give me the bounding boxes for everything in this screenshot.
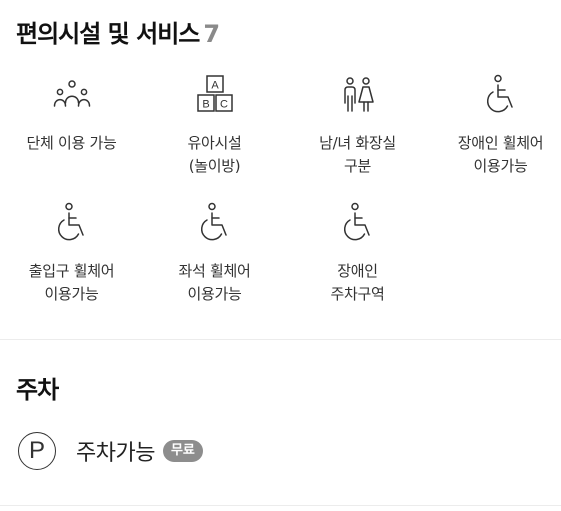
wheelchair-icon	[335, 200, 381, 246]
amenities-grid: 단체 이용 가능 A B C 유아시설 (놀이방) 남/녀 화장실 구분 장애인…	[0, 72, 561, 328]
free-badge: 무료	[162, 440, 203, 462]
parking-label: 주차가능	[76, 441, 155, 466]
amenities-count: 7	[203, 20, 220, 48]
abc-blocks-icon: A B C	[192, 72, 238, 118]
amenity-label: 유아시설 (놀이방)	[187, 134, 242, 175]
parking-icon: P	[18, 432, 56, 470]
amenities-title: 편의시설 및 서비스 7	[16, 14, 220, 49]
amenity-item-restroom: 남/녀 화장실 구분	[286, 72, 429, 200]
wheelchair-icon	[49, 200, 95, 246]
amenity-label: 출입구 휠체어 이용가능	[28, 262, 115, 303]
wheelchair-icon	[192, 200, 238, 246]
amenity-label: 장애인 주차구역	[330, 262, 385, 303]
group-people-icon	[49, 72, 95, 118]
parking-row: P 주차가능 무료	[18, 432, 203, 470]
amenity-label: 단체 이용 가능	[26, 134, 117, 152]
amenity-item-kids: A B C 유아시설 (놀이방)	[143, 72, 286, 200]
parking-title: 주차	[16, 376, 59, 404]
svg-text:C: C	[220, 99, 228, 111]
amenity-item-entrance-wheelchair: 출입구 휠체어 이용가능	[0, 200, 143, 328]
amenity-label: 장애인 휠체어 이용가능	[457, 134, 544, 175]
amenity-label: 남/녀 화장실 구분	[319, 134, 396, 175]
wheelchair-icon	[478, 72, 524, 118]
svg-text:A: A	[211, 80, 219, 92]
amenity-item-seat-wheelchair: 좌석 휠체어 이용가능	[143, 200, 286, 328]
amenity-label: 좌석 휠체어 이용가능	[178, 262, 251, 303]
restroom-icon	[335, 72, 381, 118]
section-divider	[0, 505, 561, 506]
amenity-item-disabled-parking: 장애인 주차구역	[286, 200, 429, 328]
amenities-title-text: 편의시설 및 서비스	[16, 20, 200, 48]
section-divider	[0, 339, 561, 340]
amenity-item-group: 단체 이용 가능	[0, 72, 143, 200]
amenity-item-wheelchair-accessible: 장애인 휠체어 이용가능	[429, 72, 561, 200]
svg-text:B: B	[202, 99, 209, 111]
